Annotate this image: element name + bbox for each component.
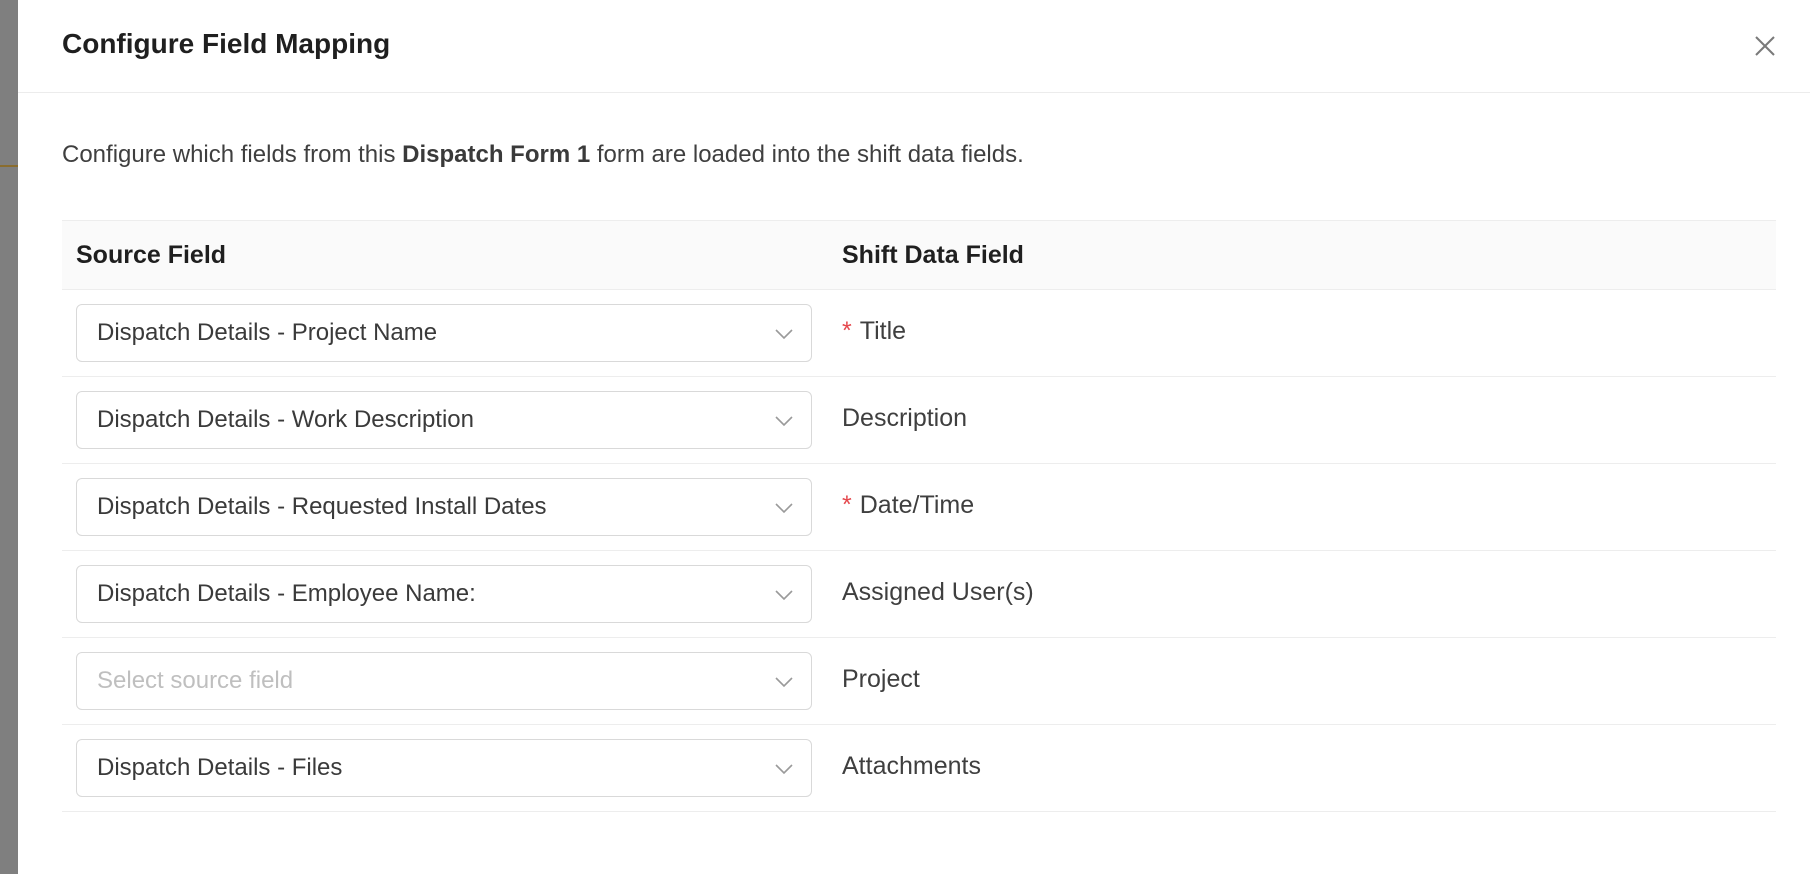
source-field-select[interactable]: Dispatch Details - Work Description	[76, 391, 812, 449]
select-value: Dispatch Details - Requested Install Dat…	[97, 493, 547, 520]
target-field-label: Project	[842, 665, 920, 694]
select-value: Dispatch Details - Employee Name:	[97, 580, 476, 607]
target-field-label: Attachments	[842, 752, 981, 781]
dialog-description: Configure which fields from this Dispatc…	[62, 141, 1024, 169]
target-field-name: Date/Time	[859, 491, 975, 519]
source-field-select[interactable]: Dispatch Details - Files	[76, 739, 812, 797]
table-header: Source Field Shift Data Field	[62, 220, 1776, 290]
backdrop-divider	[0, 165, 18, 167]
close-button[interactable]	[1749, 30, 1781, 62]
required-marker: *	[842, 317, 852, 345]
dialog-title: Configure Field Mapping	[62, 28, 391, 59]
chevron-down-icon	[775, 677, 793, 688]
target-field-name: Assigned User(s)	[842, 578, 1034, 606]
table-row: Dispatch Details - Employee Name: Assign…	[62, 551, 1776, 638]
chevron-down-icon	[775, 590, 793, 601]
source-field-select[interactable]: Dispatch Details - Employee Name:	[76, 565, 812, 623]
source-field-select[interactable]: Dispatch Details - Project Name	[76, 304, 812, 362]
table-row: Dispatch Details - Requested Install Dat…	[62, 464, 1776, 551]
target-field-name: Title	[859, 317, 907, 345]
description-suffix: form are loaded into the shift data fiel…	[590, 141, 1024, 168]
target-field-label: Assigned User(s)	[842, 578, 1034, 607]
chevron-down-icon	[775, 503, 793, 514]
target-field-label: * Date/Time	[842, 491, 974, 520]
chevron-down-icon	[775, 764, 793, 775]
table-row: Dispatch Details - Files Attachments	[62, 725, 1776, 812]
dialog-header: Configure Field Mapping	[18, 0, 1810, 93]
target-field-name: Attachments	[842, 752, 981, 780]
source-field-select[interactable]: Select source field	[76, 652, 812, 710]
required-marker: *	[842, 491, 852, 519]
table-row: Select source field Project	[62, 638, 1776, 725]
source-field-select[interactable]: Dispatch Details - Requested Install Dat…	[76, 478, 812, 536]
target-field-name: Project	[842, 665, 920, 693]
backdrop	[0, 0, 18, 874]
select-value: Dispatch Details - Files	[97, 754, 343, 781]
close-icon	[1755, 36, 1775, 56]
table-row: Dispatch Details - Work Description Desc…	[62, 377, 1776, 464]
chevron-down-icon	[775, 416, 793, 427]
select-value: Dispatch Details - Project Name	[97, 319, 438, 346]
chevron-down-icon	[775, 329, 793, 340]
field-mapping-dialog: Configure Field Mapping Configure which …	[18, 0, 1810, 874]
select-value: Dispatch Details - Work Description	[97, 406, 475, 433]
description-prefix: Configure which fields from this	[62, 141, 403, 168]
target-field-label: Description	[842, 404, 967, 433]
shift-data-field-header: Shift Data Field	[842, 241, 1024, 269]
target-field-label: * Title	[842, 317, 906, 346]
table-row: Dispatch Details - Project Name * Title	[62, 290, 1776, 377]
form-name: Dispatch Form 1	[402, 141, 591, 168]
source-field-header: Source Field	[76, 241, 227, 269]
target-field-name: Description	[842, 404, 968, 432]
mapping-table: Source Field Shift Data Field Dispatch D…	[62, 220, 1776, 812]
select-placeholder: Select source field	[97, 667, 294, 694]
